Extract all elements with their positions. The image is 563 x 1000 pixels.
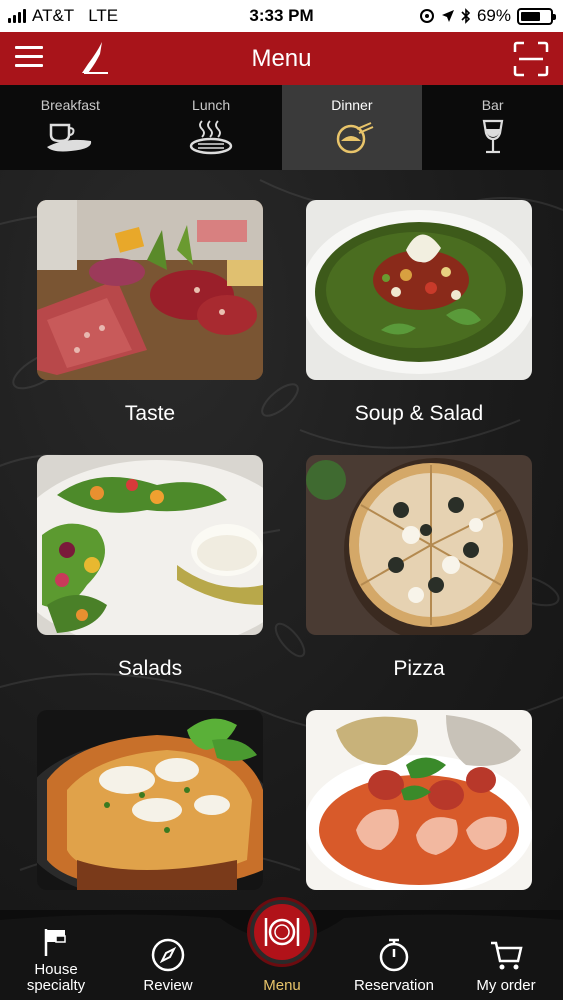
category-image-taste xyxy=(37,200,263,380)
menu-grid[interactable]: Taste Soup & Salad Salads Pizza xyxy=(0,170,563,910)
wine-glass-icon xyxy=(482,119,503,154)
tab-breakfast[interactable]: Breakfast xyxy=(0,85,141,170)
category-card-soup-salad[interactable]: Soup & Salad xyxy=(306,200,532,426)
category-card-lasagna[interactable] xyxy=(37,710,263,910)
tab-label: Lunch xyxy=(192,97,231,113)
tab-label: Dinner xyxy=(331,97,373,113)
nav-item-review[interactable]: Review xyxy=(118,937,218,994)
bottom-navigation: House specialty Review Menu Reservation xyxy=(0,900,563,1000)
flag-icon xyxy=(44,929,66,956)
status-right: 69% xyxy=(419,6,556,26)
menu-center-button[interactable] xyxy=(250,900,314,964)
tab-bar[interactable]: Bar xyxy=(422,85,563,170)
app-header: Menu xyxy=(0,32,563,85)
location-arrow-icon xyxy=(441,10,454,22)
category-image-soup-salad xyxy=(306,200,532,380)
category-card-taste[interactable]: Taste xyxy=(37,200,263,426)
tab-label: Bar xyxy=(481,97,504,113)
category-label: Soup & Salad xyxy=(354,402,484,425)
category-label: Pizza xyxy=(393,657,445,680)
battery-percent: 69% xyxy=(476,6,511,25)
category-card-salads[interactable]: Salads xyxy=(37,455,263,681)
tab-dinner[interactable]: Dinner xyxy=(281,85,423,170)
category-image-salads xyxy=(37,455,263,635)
restaurant-logo-icon xyxy=(82,42,108,74)
nav-item-my-order[interactable]: My order xyxy=(456,937,556,994)
coffee-bread-icon xyxy=(47,123,92,152)
dinner-plate-icon xyxy=(336,122,374,154)
stopwatch-icon xyxy=(379,938,409,972)
category-tabs: Breakfast Lunch Dinner Bar xyxy=(0,85,563,170)
category-card-seafood[interactable] xyxy=(306,710,532,910)
category-image-seafood xyxy=(306,710,532,890)
nav-label: Menu xyxy=(263,977,301,994)
tab-lunch[interactable]: Lunch xyxy=(141,85,282,170)
category-label: Taste xyxy=(124,402,176,425)
nav-item-house-specialty[interactable]: House specialty xyxy=(6,926,106,994)
nav-label: My order xyxy=(476,977,536,994)
category-card-pizza[interactable]: Pizza xyxy=(306,455,532,681)
nav-item-menu[interactable]: Menu xyxy=(232,977,332,994)
battery-icon xyxy=(517,7,556,25)
bluetooth-icon xyxy=(461,8,471,24)
steak-plate-icon xyxy=(189,120,233,155)
tab-label: Breakfast xyxy=(40,97,100,113)
compass-icon xyxy=(151,938,185,972)
plate-cutlery-icon xyxy=(264,918,300,946)
qr-scan-icon[interactable] xyxy=(513,41,549,77)
nav-label: Reservation xyxy=(353,977,435,994)
nav-item-reservation[interactable]: Reservation xyxy=(344,937,444,994)
nav-label: Review xyxy=(143,977,193,994)
page-title: Menu xyxy=(251,44,312,72)
status-bar: AT&T LTE 3:33 PM 69% xyxy=(0,0,563,32)
hamburger-menu-icon[interactable] xyxy=(15,46,43,70)
category-label: Salads xyxy=(117,657,183,680)
category-image-lasagna xyxy=(37,710,263,890)
screen-lock-icon xyxy=(419,9,434,23)
nav-label: House specialty xyxy=(26,961,86,994)
cart-icon xyxy=(491,941,523,970)
category-image-pizza xyxy=(306,455,532,635)
